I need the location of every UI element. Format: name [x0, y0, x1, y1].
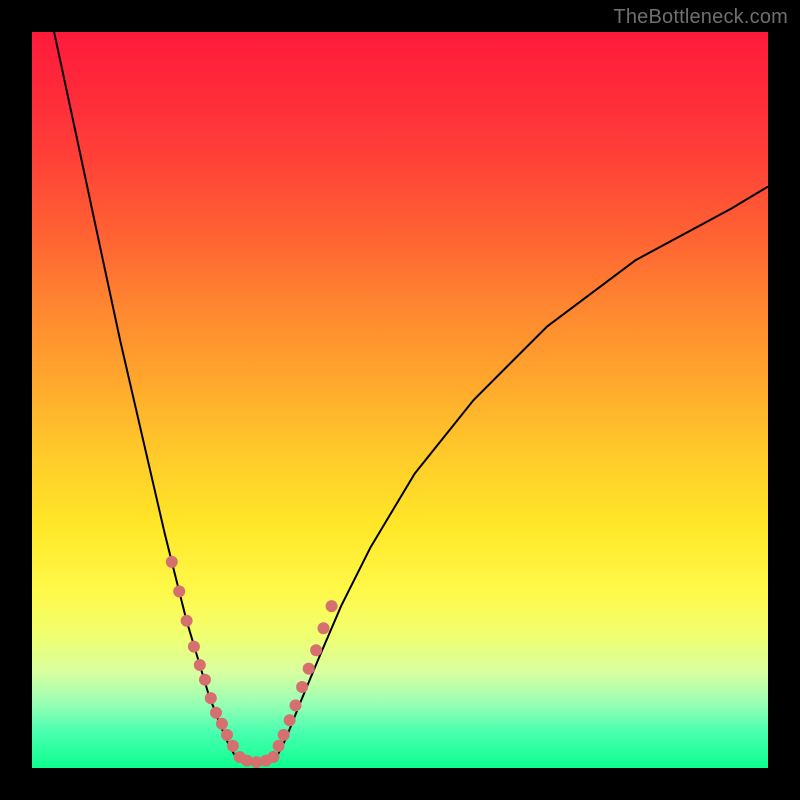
- marker-dot: [221, 729, 233, 741]
- marker-dot: [205, 692, 217, 704]
- watermark-text: TheBottleneck.com: [613, 6, 788, 29]
- marker-dot: [194, 659, 206, 671]
- marker-dot: [166, 556, 178, 568]
- marker-dot: [188, 641, 200, 653]
- curve-layer: [32, 32, 768, 768]
- marker-dot: [181, 615, 193, 627]
- marker-dot: [303, 663, 315, 675]
- marker-dot: [290, 699, 302, 711]
- marker-dot: [326, 600, 338, 612]
- base-green-band: [32, 764, 768, 768]
- marker-dots: [166, 556, 338, 768]
- marker-dot: [227, 740, 239, 752]
- chart-frame: TheBottleneck.com: [0, 0, 800, 800]
- marker-dot: [267, 751, 279, 763]
- plot-area: [32, 32, 768, 768]
- marker-dot: [278, 729, 290, 741]
- marker-dot: [216, 718, 228, 730]
- marker-dot: [210, 707, 222, 719]
- marker-dot: [284, 714, 296, 726]
- curve-left-branch: [54, 32, 238, 761]
- marker-dot: [173, 585, 185, 597]
- marker-dot: [310, 644, 322, 656]
- marker-dot: [273, 740, 285, 752]
- marker-dot: [296, 681, 308, 693]
- marker-dot: [318, 622, 330, 634]
- marker-dot: [199, 674, 211, 686]
- curve-right-branch: [275, 187, 768, 761]
